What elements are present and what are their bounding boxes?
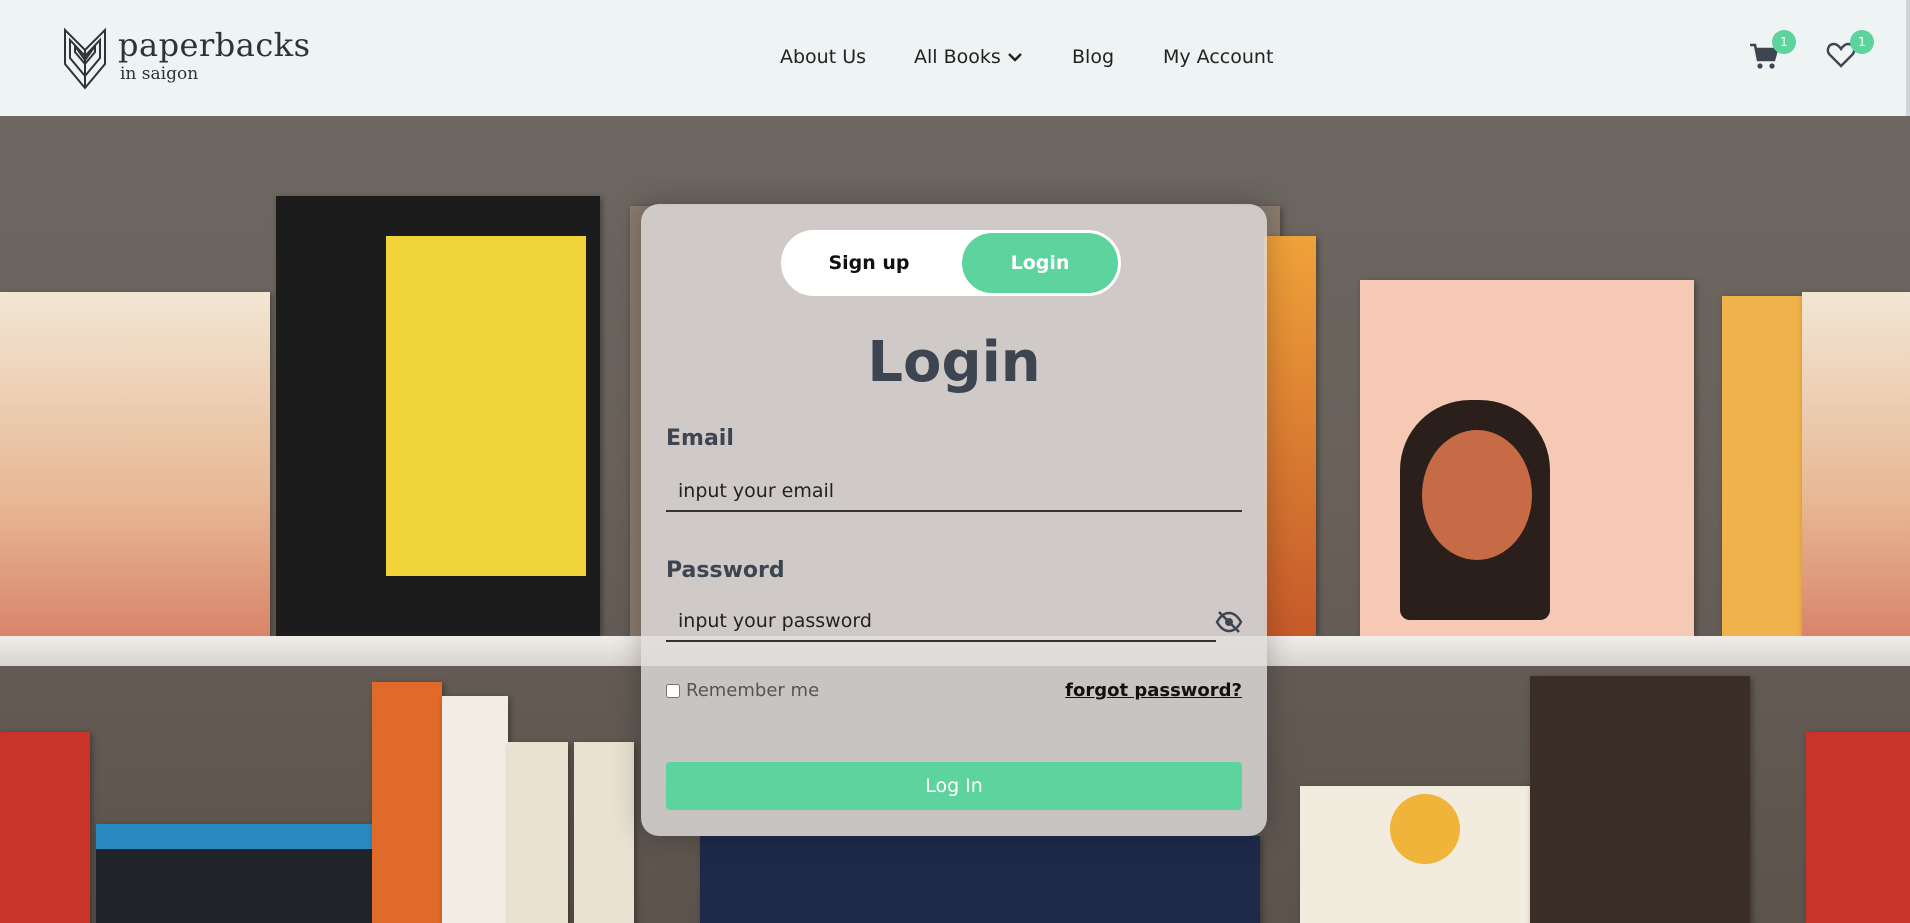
- site-logo[interactable]: paperbacks in saigon: [62, 24, 310, 90]
- book-how-much: [372, 682, 442, 923]
- book-orange-spine: [1264, 236, 1316, 636]
- nav-about-us[interactable]: About Us: [780, 46, 866, 68]
- nav-all-books-label: All Books: [914, 46, 1001, 68]
- book-bottom-center: [700, 836, 1260, 923]
- auth-mode-toggle: Sign up Login: [781, 230, 1121, 296]
- email-field[interactable]: [666, 472, 1242, 512]
- wishlist-count-badge: 1: [1850, 30, 1874, 54]
- remember-me-checkbox[interactable]: [666, 683, 680, 698]
- wishlist-button[interactable]: 1: [1826, 30, 1874, 76]
- site-header: paperbacks in saigon About Us All Books …: [0, 0, 1910, 116]
- login-submit-button[interactable]: Log In: [666, 762, 1242, 810]
- remember-me-label: Remember me: [686, 680, 820, 701]
- login-card: Sign up Login Login Email Password Remem…: [641, 204, 1267, 836]
- book-yellow-right: [1722, 296, 1802, 636]
- book-little-life-2: [574, 742, 634, 923]
- nav-blog[interactable]: Blog: [1072, 46, 1114, 68]
- forgot-password-link[interactable]: forgot password?: [1065, 680, 1242, 701]
- book-right-best-we-could-do: [1802, 292, 1910, 638]
- password-field[interactable]: [666, 602, 1216, 642]
- book-feelings: [1360, 280, 1694, 636]
- book-wait: [1300, 786, 1530, 923]
- logo-subtitle: in saigon: [120, 64, 199, 84]
- email-label: Email: [666, 426, 734, 451]
- remember-me: Remember me: [666, 680, 819, 701]
- nav-all-books[interactable]: All Books: [914, 46, 1023, 68]
- login-title: Login: [867, 330, 1041, 395]
- book-watchmen: [276, 196, 600, 636]
- book-stack-thomas-harris: [96, 824, 376, 923]
- book-leaves-icon: [64, 27, 106, 90]
- logo-name: paperbacks: [118, 26, 311, 64]
- login-tab[interactable]: Login: [962, 233, 1118, 293]
- nav-my-account[interactable]: My Account: [1163, 46, 1273, 68]
- eye-off-icon[interactable]: [1215, 608, 1243, 636]
- chevron-down-icon: [1007, 53, 1022, 62]
- book-sympathizer-right: [1806, 732, 1910, 923]
- book-cabin-porn: [1530, 676, 1750, 923]
- book-prophets: [442, 696, 508, 923]
- cart-count-badge: 1: [1772, 30, 1796, 54]
- signup-tab[interactable]: Sign up: [784, 233, 954, 293]
- password-label: Password: [666, 558, 785, 583]
- book-little-life-1: [508, 742, 568, 923]
- book-sympathizer-left: [0, 732, 90, 923]
- cart-button[interactable]: 1: [1748, 30, 1796, 76]
- book-left-best-we-could-do: [0, 292, 270, 638]
